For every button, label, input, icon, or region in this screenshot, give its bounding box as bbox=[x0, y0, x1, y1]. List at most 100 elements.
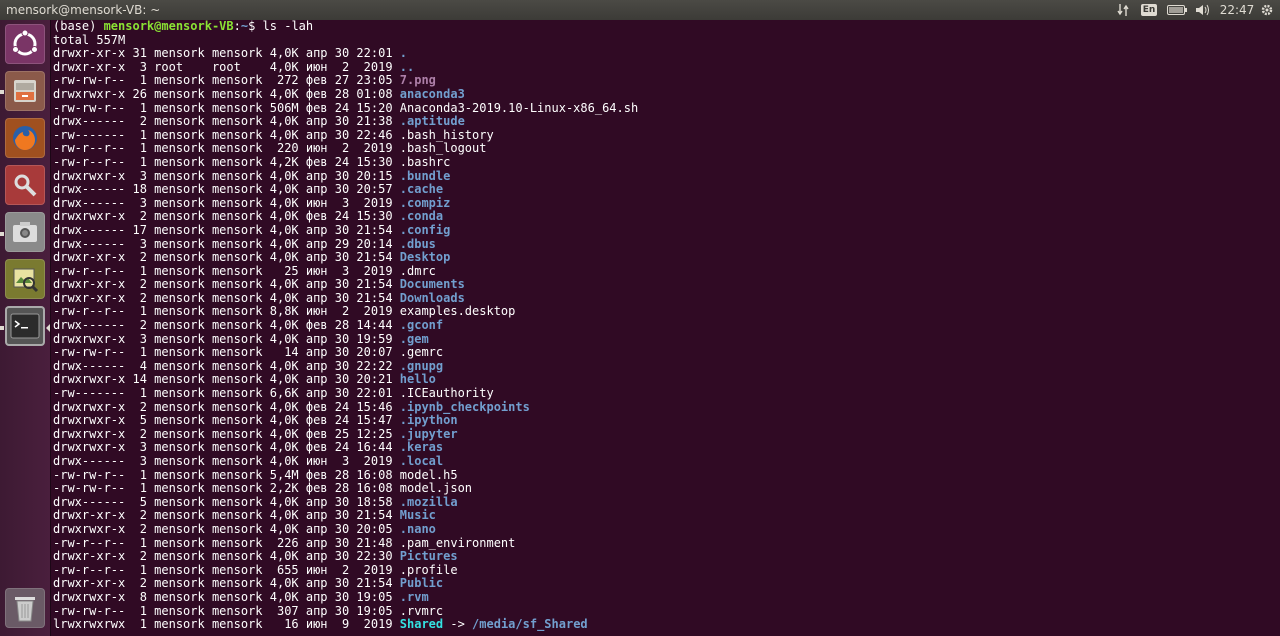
language-label: En bbox=[1140, 4, 1158, 16]
file-name: .bash_history bbox=[399, 127, 494, 142]
listing-row: drwxr-xr-x 3 root root 4,0K июн 2 2019 .… bbox=[53, 59, 1280, 75]
listing-row: drwxrwxr-x 3 mensork mensork 4,0K фев 24… bbox=[53, 441, 1280, 455]
file-name: .local bbox=[399, 454, 444, 468]
ubuntu-dash-icon[interactable] bbox=[5, 24, 45, 64]
clock[interactable]: 22:47 bbox=[1220, 0, 1255, 20]
file-name: Documents bbox=[399, 277, 465, 292]
file-metadata: drwxr-xr-x 2 mensork mensork 4,0K апр 30… bbox=[53, 250, 400, 265]
prompt-user: mensork@mensork-VB bbox=[103, 20, 234, 33]
file-metadata: -rw-r--r-- 1 mensork mensork 4,2K фев 24… bbox=[53, 154, 400, 169]
file-metadata: drwx------ 3 mensork mensork 4,0K июн 3 … bbox=[53, 195, 400, 210]
file-metadata: drwxrwxr-x 2 mensork mensork 4,0K фев 25… bbox=[53, 426, 400, 441]
listing-row: -rw------- 1 mensork mensork 6,6K апр 30… bbox=[53, 386, 1280, 401]
file-metadata: drwxr-xr-x 2 mensork mensork 4,0K апр 30… bbox=[53, 549, 400, 564]
file-metadata: -rw------- 1 mensork mensork 4,0K апр 30… bbox=[53, 127, 400, 142]
listing-row: drwxrwxr-x 2 mensork mensork 4,0K апр 30… bbox=[53, 521, 1280, 537]
screenshot-icon[interactable] bbox=[5, 212, 45, 252]
file-name: .. bbox=[399, 59, 415, 74]
file-name: model.h5 bbox=[399, 467, 458, 482]
file-metadata: drwxr-xr-x 31 mensork mensork 4,0K апр 3… bbox=[53, 46, 400, 61]
file-name: .bundle bbox=[399, 168, 451, 183]
file-metadata: drwxrwxr-x 14 mensork mensork 4,0K апр 3… bbox=[53, 372, 400, 387]
file-metadata: drwxr-xr-x 2 mensork mensork 4,0K апр 30… bbox=[53, 576, 400, 591]
gear-icon[interactable] bbox=[1259, 0, 1275, 20]
prompt-separator: : bbox=[233, 20, 241, 33]
file-name: anaconda3 bbox=[399, 86, 465, 101]
file-metadata: drwxrwxr-x 8 mensork mensork 4,0K апр 30… bbox=[53, 589, 400, 604]
listing-row: drwxr-xr-x 2 mensork mensork 4,0K апр 30… bbox=[53, 291, 1280, 306]
prompt-symbol: $ bbox=[248, 20, 263, 33]
image-viewer-icon[interactable] bbox=[5, 259, 45, 299]
file-metadata: -rw-rw-r-- 1 mensork mensork 14 апр 30 2… bbox=[53, 345, 400, 360]
file-metadata: -rw-r--r-- 1 mensork mensork 226 апр 30 … bbox=[53, 535, 400, 550]
file-name: model.json bbox=[399, 481, 473, 496]
file-name: Pictures bbox=[399, 549, 458, 564]
file-metadata: -rw------- 1 mensork mensork 6,6K апр 30… bbox=[53, 386, 400, 401]
symlink-arrow: -> bbox=[443, 617, 473, 632]
file-name: Music bbox=[399, 508, 436, 523]
running-indicator bbox=[0, 232, 4, 236]
file-metadata: lrwxrwxrwx 1 mensork mensork 16 июн 9 20… bbox=[53, 617, 400, 632]
listing-row: drwxr-xr-x 2 mensork mensork 4,0K апр 30… bbox=[53, 577, 1280, 591]
file-name: .bashrc bbox=[399, 154, 451, 169]
volume-icon[interactable] bbox=[1194, 0, 1210, 20]
system-settings-icon[interactable] bbox=[5, 165, 45, 205]
file-metadata: drwxrwxr-x 3 mensork mensork 4,0K апр 30… bbox=[53, 331, 400, 346]
file-metadata: -rw-rw-r-- 1 mensork mensork 2,2K фев 28… bbox=[53, 481, 400, 496]
listing-row: drwxr-xr-x 31 mensork mensork 4,0K апр 3… bbox=[53, 46, 1280, 61]
launcher bbox=[0, 20, 51, 636]
files-icon[interactable] bbox=[5, 71, 45, 111]
listing-row: drwx------ 2 mensork mensork 4,0K апр 30… bbox=[53, 114, 1280, 129]
file-name: .conda bbox=[399, 209, 444, 224]
file-metadata: -rw-rw-r-- 1 mensork mensork 506M фев 24… bbox=[53, 100, 400, 115]
file-metadata: drwx------ 2 mensork mensork 4,0K апр 30… bbox=[53, 114, 400, 129]
terminal-window[interactable]: (base) mensork@mensork-VB:~$ ls -lah tot… bbox=[51, 20, 1280, 636]
listing-row: drwxrwxr-x 8 mensork mensork 4,0K апр 30… bbox=[53, 589, 1280, 605]
file-metadata: -rw-r--r-- 1 mensork mensork 655 июн 2 2… bbox=[53, 562, 400, 577]
battery-icon[interactable] bbox=[1166, 0, 1188, 20]
listing-row: -rw-rw-r-- 1 mensork mensork 506M фев 24… bbox=[53, 100, 1280, 116]
file-name: Desktop bbox=[399, 250, 451, 265]
file-metadata: drwx------ 3 mensork mensork 4,0K апр 29… bbox=[53, 236, 400, 251]
file-name: .aptitude bbox=[399, 114, 465, 129]
listing-row: drwxrwxr-x 5 mensork mensork 4,0K фев 24… bbox=[53, 413, 1280, 428]
file-name: Anaconda3-2019.10-Linux-x86_64.sh bbox=[399, 100, 639, 115]
running-indicator bbox=[0, 90, 4, 94]
listing-row: -rw-rw-r-- 1 mensork mensork 5,4M фев 28… bbox=[53, 467, 1280, 483]
trash-icon[interactable] bbox=[5, 588, 45, 628]
file-name: .gem bbox=[399, 331, 429, 346]
file-name: .jupyter bbox=[399, 426, 458, 441]
file-metadata: -rw-r--r-- 1 mensork mensork 220 июн 2 2… bbox=[53, 141, 400, 156]
file-metadata: -rw-r--r-- 1 mensork mensork 25 июн 3 20… bbox=[53, 263, 400, 278]
file-metadata: drwxrwxr-x 2 mensork mensork 4,0K фев 24… bbox=[53, 399, 400, 414]
file-name: .config bbox=[399, 222, 451, 237]
file-name: .rvm bbox=[399, 589, 429, 604]
file-name: .ICEauthority bbox=[399, 386, 494, 401]
listing-row: drwxrwxr-x 3 mensork mensork 4,0K апр 30… bbox=[53, 168, 1280, 184]
listing-row: drwx------ 5 mensork mensork 4,0K апр 30… bbox=[53, 494, 1280, 510]
file-metadata: drwx------ 18 mensork mensork 4,0K апр 3… bbox=[53, 182, 400, 197]
conda-env: (base) bbox=[53, 20, 104, 33]
file-name: .pam_environment bbox=[399, 535, 516, 550]
listing-row: -rw------- 1 mensork mensork 4,0K апр 30… bbox=[53, 127, 1280, 143]
file-metadata: drwxrwxr-x 3 mensork mensork 4,0K фев 24… bbox=[53, 440, 400, 455]
transfer-icon[interactable] bbox=[1114, 0, 1132, 20]
file-metadata: drwx------ 3 mensork mensork 4,0K июн 3 … bbox=[53, 454, 400, 468]
file-metadata: drwxr-xr-x 3 root root 4,0K июн 2 2019 bbox=[53, 59, 400, 74]
file-metadata: drwxrwxr-x 2 mensork mensork 4,0K апр 30… bbox=[53, 521, 400, 536]
file-name: Public bbox=[399, 576, 444, 591]
listing-row: -rw-r--r-- 1 mensork mensork 4,2K фев 24… bbox=[53, 154, 1280, 170]
file-name: .gnupg bbox=[399, 358, 444, 373]
firefox-icon[interactable] bbox=[5, 118, 45, 158]
terminal-icon[interactable] bbox=[5, 306, 45, 346]
file-name: hello bbox=[399, 372, 436, 387]
prompt-line: (base) mensork@mensork-VB:~$ ls -lah bbox=[53, 20, 1280, 34]
file-metadata: drwx------ 5 mensork mensork 4,0K апр 30… bbox=[53, 494, 400, 509]
listing-row: -rw-r--r-- 1 mensork mensork 655 июн 2 2… bbox=[53, 562, 1280, 578]
keyboard-layout-indicator[interactable]: En bbox=[1140, 0, 1158, 20]
file-name: .rvmrc bbox=[399, 603, 444, 618]
listing-row: drwx------ 2 mensork mensork 4,0K фев 28… bbox=[53, 318, 1280, 333]
listing-row: drwxrwxr-x 14 mensork mensork 4,0K апр 3… bbox=[53, 373, 1280, 387]
listing-row: -rw-rw-r-- 1 mensork mensork 272 фев 27 … bbox=[53, 74, 1280, 88]
file-metadata: -rw-rw-r-- 1 mensork mensork 307 апр 30 … bbox=[53, 603, 400, 618]
